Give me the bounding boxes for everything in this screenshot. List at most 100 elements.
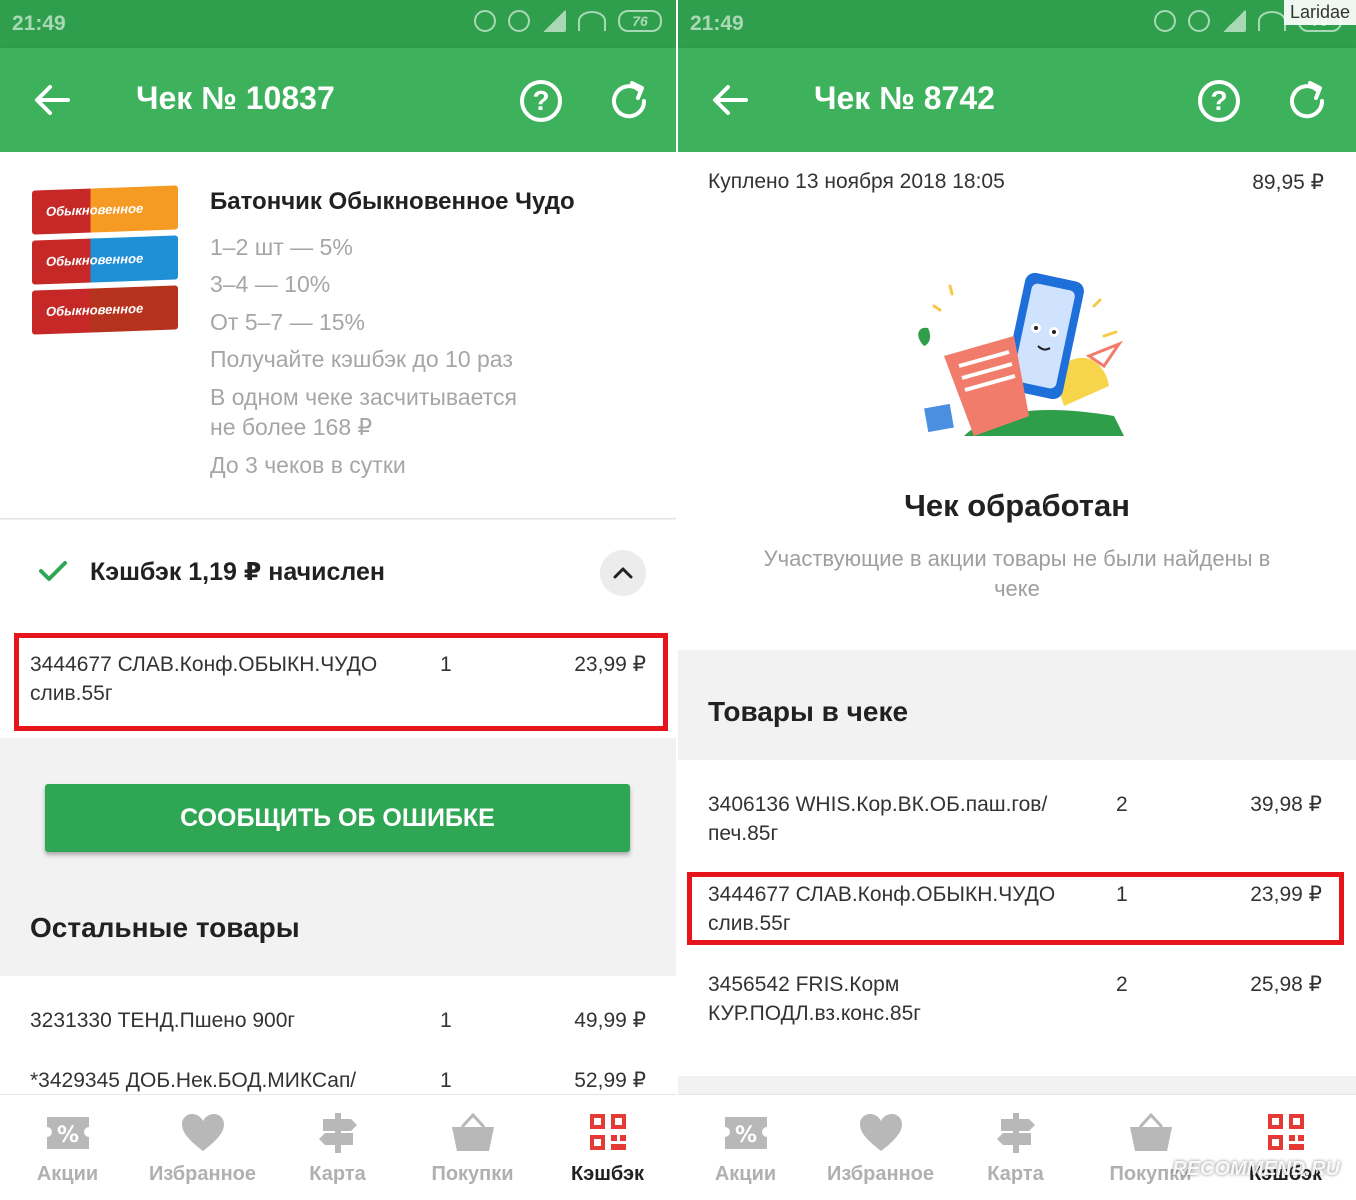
nav-label: Акции [714,1163,777,1185]
back-arrow-icon[interactable] [708,78,752,122]
battery-icon: 76 [618,10,662,32]
condition-text: В одном чеке засчитывается [210,384,517,410]
percent-coupon-icon: % [724,1117,767,1149]
nav-item-promotions[interactable]: % Акции [678,1095,813,1200]
product-title: Батончик Обыкновенное Чудо [210,188,575,215]
item-name: 3406136 WHIS.Кор.ВК.ОБ.паш.гов/ [708,793,1048,816]
app-bar: Чек № 8742 ? [678,48,1356,152]
item-price: 39,98 ₽ [1250,793,1322,816]
item-name: КУР.ПОДЛ.вз.конс.85г [708,1002,921,1025]
item-qty: 1 [440,1009,452,1032]
back-arrow-icon[interactable] [30,78,74,122]
page-title: Чек № 8742 [814,80,995,116]
basket-icon [451,1113,494,1151]
processed-title: Чек обработан [904,488,1130,523]
item-name: 3231330 ТЕНД.Пшено 900г [30,1009,296,1032]
nav-label: Избранное [826,1163,934,1185]
condition-text: До 3 чеков в сутки [210,452,406,478]
bottom-nav: % Акции Избранное Карта Покупки Кэшбэк [678,1094,1356,1200]
right-screen: 21:49 76 Laridae Чек № 8742 ? Куплено 13… [678,0,1356,1200]
table-row: 3456542 FRIS.Корм КУР.ПОДЛ.вз.конс.85г 2… [708,970,1322,1030]
mute-icon [1154,10,1176,32]
item-price: 25,98 ₽ [1250,973,1322,996]
item-name: 3456542 FRIS.Корм [708,973,900,996]
processed-subtitle: Участвующие в акции товары не были найде… [763,546,1271,601]
mute-icon [474,10,496,32]
help-icon[interactable]: ? [520,80,562,122]
table-row: 3406136 WHIS.Кор.ВК.ОБ.паш.гов/ печ.85г … [708,790,1322,850]
cashback-status: Кэшбэк 1,19 ₽ начислен [90,558,385,586]
status-time: 21:49 [12,12,66,35]
signal-icon [1222,10,1246,32]
refresh-icon[interactable] [606,78,652,124]
qr-code-icon [1267,1114,1304,1150]
alarm-icon [1188,10,1210,32]
help-icon[interactable]: ? [1198,80,1240,122]
signpost-icon [318,1113,357,1153]
condition-text: От 5–7 — 15% [210,309,366,335]
nav-label: Покупки [431,1163,514,1185]
status-bar: 21:49 76 [678,0,1356,48]
nav-label: Карта [987,1163,1044,1185]
nav-item-favorites[interactable]: Избранное [813,1095,948,1200]
wifi-icon [578,11,606,31]
status-time: 21:49 [690,12,744,35]
signpost-icon [996,1113,1035,1153]
condition-text: не более 168 ₽ [210,414,373,440]
nav-item-promotions[interactable]: % Акции [0,1095,135,1200]
collapse-button[interactable] [600,550,646,596]
condition-text: 3–4 — 10% [210,271,331,297]
nav-label: Карта [309,1163,366,1185]
divider [0,518,676,519]
heart-icon [859,1114,902,1151]
purchase-total: 89,95 ₽ [1252,171,1324,194]
item-qty: 2 [1116,793,1128,816]
signal-icon [542,10,566,32]
watermark: Laridae [1283,0,1356,25]
bottom-nav: % Акции Избранное Карта Покупки Кэшбэк [0,1094,676,1200]
nav-item-map[interactable]: Карта [948,1095,1083,1200]
item-name: печ.85г [708,822,779,845]
item-price: 52,99 ₽ [574,1069,646,1092]
highlight-box [687,872,1344,945]
chevron-up-icon [613,567,633,579]
table-row: *3429345 ДОБ.Нек.БОД.МИКСап/ 1 52,99 ₽ [30,1066,646,1096]
refresh-icon[interactable] [1284,78,1330,124]
nav-item-favorites[interactable]: Избранное [135,1095,270,1200]
section-title: Остальные товары [30,912,300,943]
app-bar: Чек № 10837 ? [0,48,676,152]
qr-code-icon [589,1114,626,1150]
condition-text: 1–2 шт — 5% [210,234,353,260]
percent-coupon-icon: % [46,1117,89,1149]
table-row: 3231330 ТЕНД.Пшено 900г 1 49,99 ₽ [30,1006,646,1036]
basket-icon [1129,1113,1172,1151]
nav-item-cashback[interactable]: Кэшбэк [540,1095,675,1200]
svg-text:%: % [734,1123,756,1148]
item-name: *3429345 ДОБ.Нек.БОД.МИКСап/ [30,1069,357,1092]
nav-item-cashback[interactable]: Кэшбэк [1218,1095,1353,1200]
alarm-icon [508,10,530,32]
processed-card: Чек обработан Участвующие в акции товары… [678,226,1356,650]
product-image: Обыкновенное ЧУДО Обыкновенное ЧУДО Обык… [32,185,178,363]
nav-item-purchases[interactable]: Покупки [405,1095,540,1200]
report-error-button[interactable]: СООБЩИТЬ ОБ ОШИБКЕ [45,784,630,852]
receipt-phone-illustration [918,272,1124,436]
nav-item-map[interactable]: Карта [270,1095,405,1200]
item-qty: 2 [1116,973,1128,996]
recommend-watermark: RECOMMEND.RU [1172,1158,1340,1180]
cashback-row[interactable]: Кэшбэк 1,19 ₽ начислен [0,520,676,626]
nav-label: Избранное [148,1163,256,1185]
checkmark-icon [39,561,67,581]
nav-label: Кэшбэк [570,1163,645,1185]
wifi-icon [1258,11,1286,31]
nav-label: Акции [36,1163,99,1185]
svg-text:%: % [56,1123,78,1148]
highlight-box [14,633,668,731]
condition-text: Получайте кэшбэк до 10 раз [210,346,513,372]
heart-icon [181,1114,224,1151]
nav-item-purchases[interactable]: Покупки [1083,1095,1218,1200]
left-screen: 21:49 76 Чек № 10837 ? Обыкновенное ЧУДО… [0,0,676,1200]
section-title: Товары в чеке [708,696,909,727]
page-title: Чек № 10837 [136,80,335,116]
purchase-info-row: Куплено 13 ноября 2018 18:05 89,95 ₽ [678,152,1356,226]
